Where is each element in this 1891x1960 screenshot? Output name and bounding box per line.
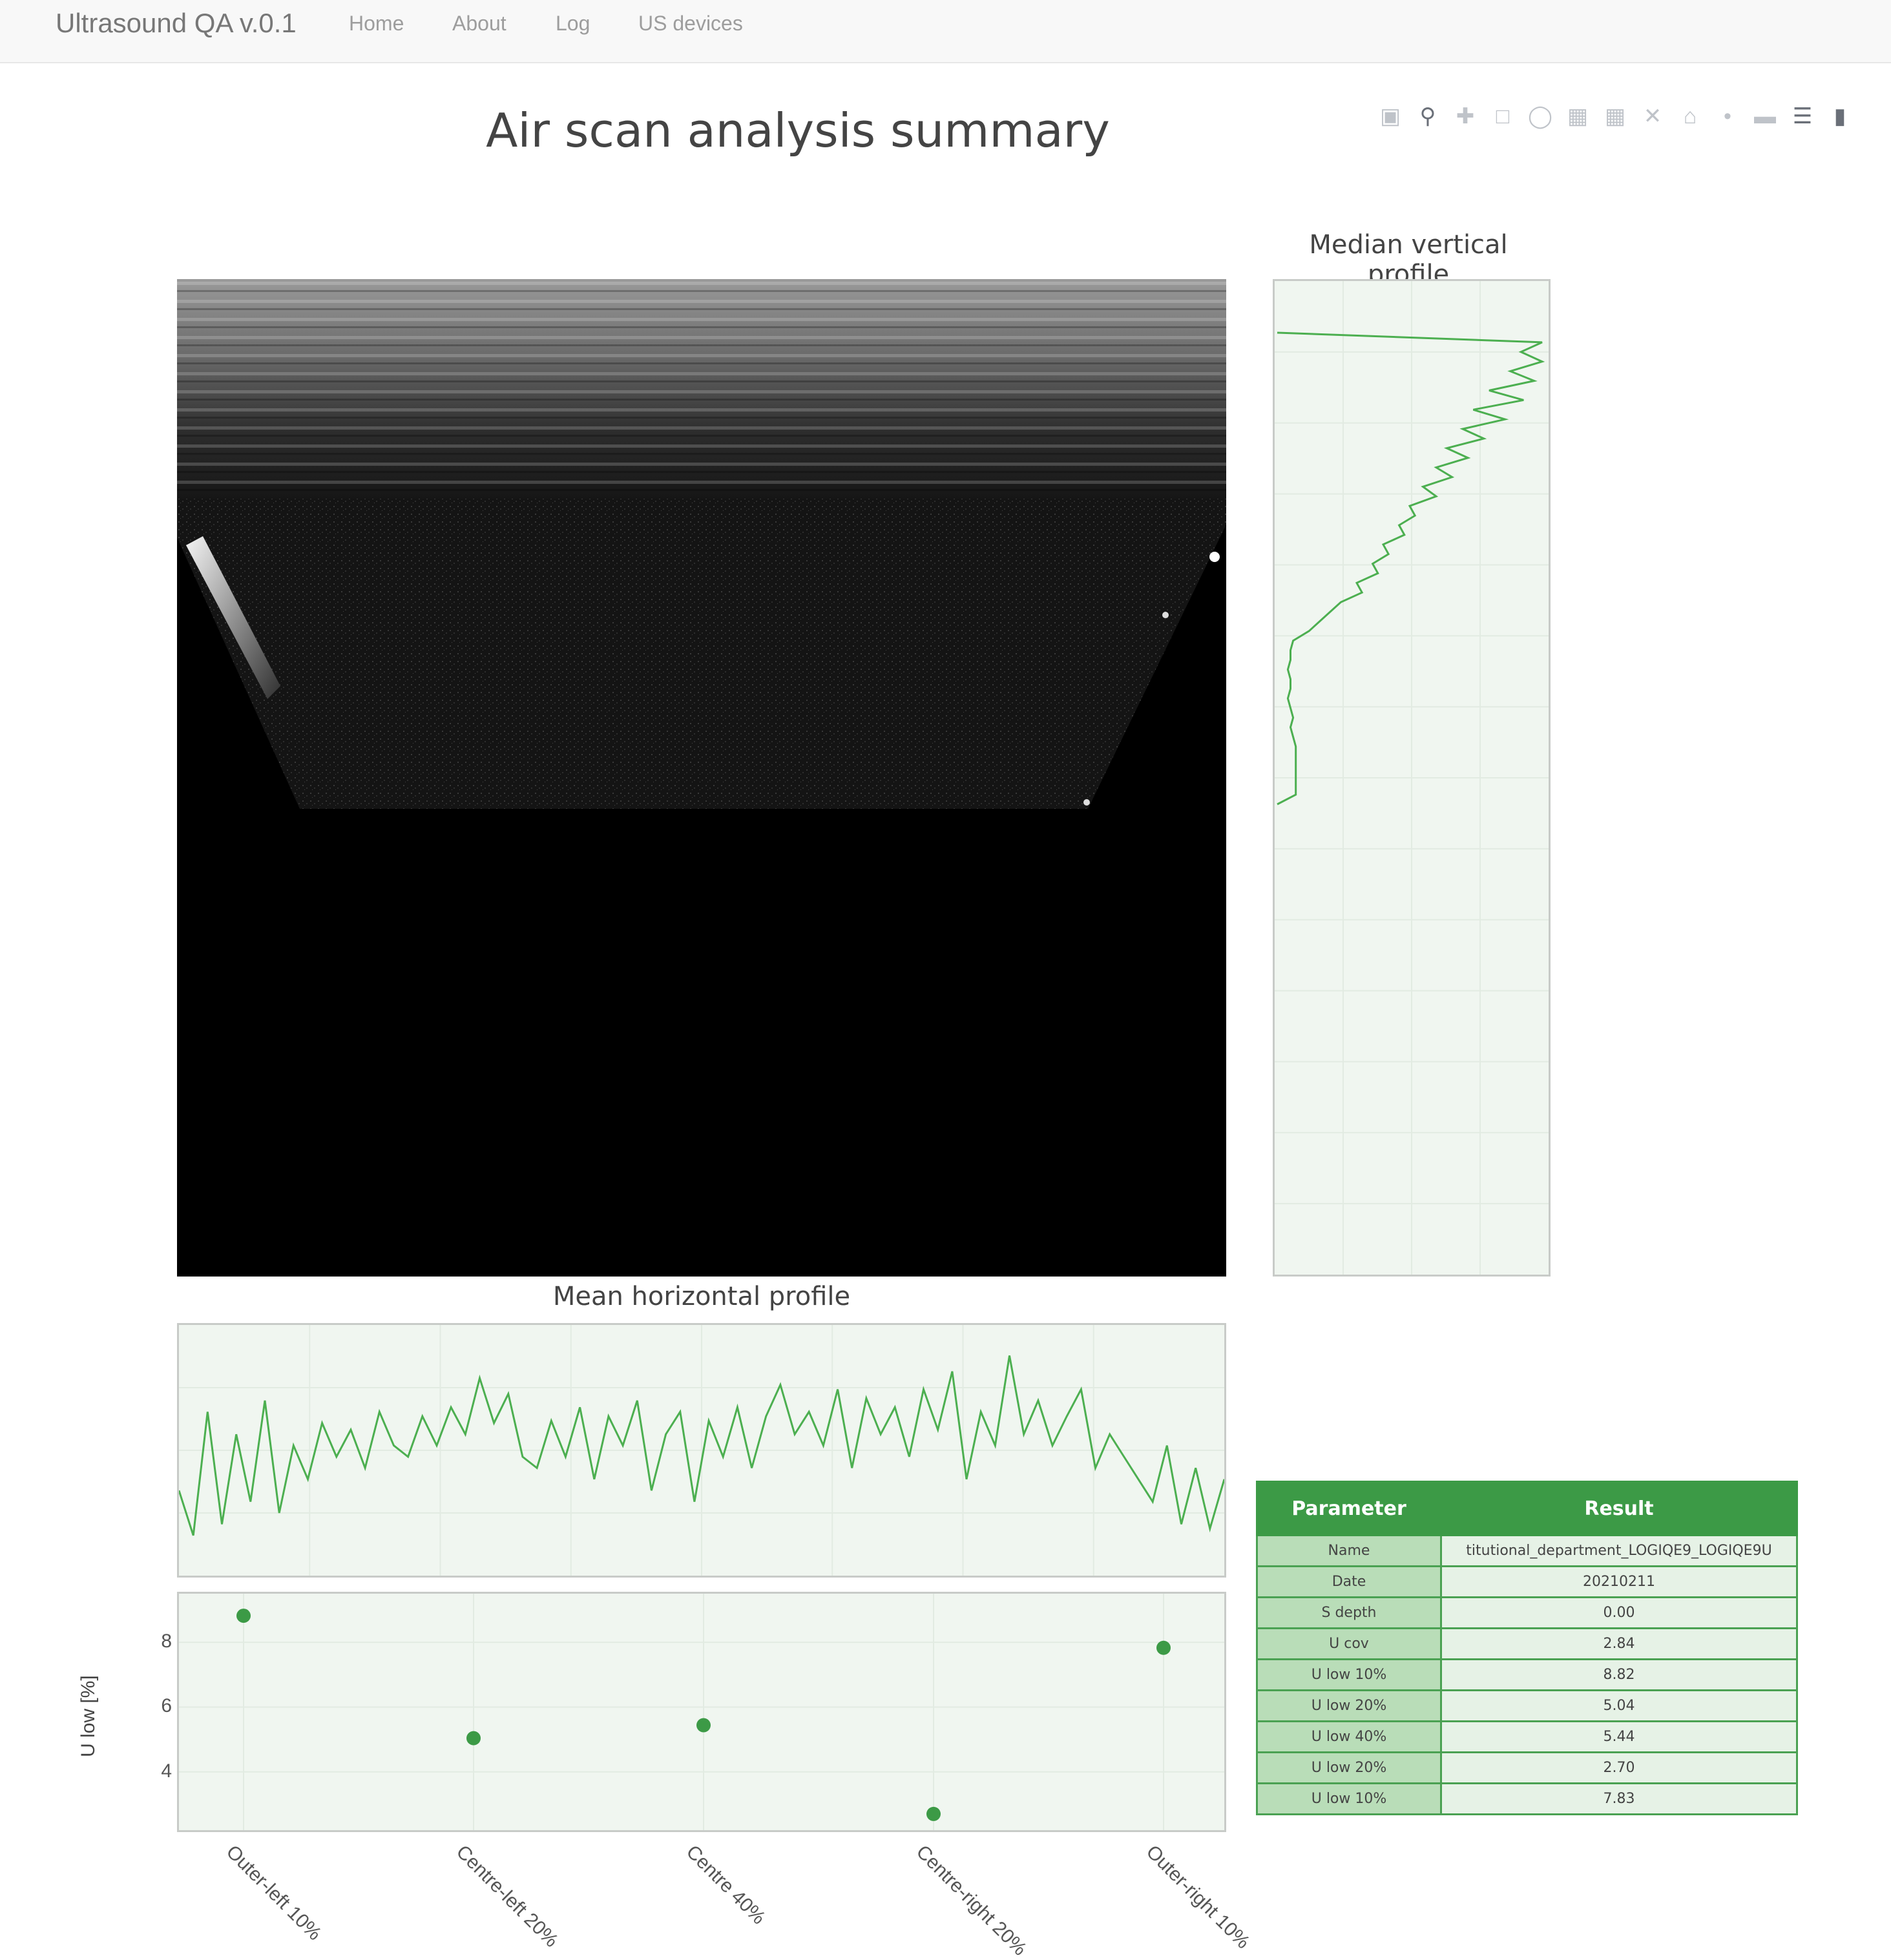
navbar: Ultrasound QA v.0.1 Home About Log US de… xyxy=(0,0,1891,63)
x-tick-label: Centre-left 20% xyxy=(452,1841,563,1952)
zoom-in-icon[interactable]: ▦ xyxy=(1563,102,1592,130)
table-row: Name titutional_department_LOGIQE9_LOGIQE… xyxy=(1256,1534,1798,1567)
parameter-cell: S depth xyxy=(1256,1596,1442,1629)
parameter-cell: Name xyxy=(1256,1534,1442,1567)
result-cell: 2.70 xyxy=(1440,1751,1798,1784)
horizontal-profile-plot[interactable] xyxy=(177,1323,1226,1578)
table-row: U low 20% 2.70 xyxy=(1256,1751,1798,1784)
ultrasound-image[interactable] xyxy=(177,279,1226,1277)
data-point xyxy=(1156,1640,1171,1655)
result-cell: 8.82 xyxy=(1440,1658,1798,1691)
result-cell: titutional_department_LOGIQE9_LOGIQE9U xyxy=(1440,1534,1798,1567)
y-axis-label: U low [%] xyxy=(78,1675,99,1757)
nav-us-devices-link[interactable]: US devices xyxy=(638,12,743,36)
pan-icon[interactable]: ✚ xyxy=(1451,102,1479,130)
y-tick-label: 8 xyxy=(161,1631,172,1652)
autoscale-icon[interactable]: ✕ xyxy=(1638,102,1667,130)
hover-compare-icon[interactable]: ☰ xyxy=(1788,102,1817,130)
vertical-profile-line xyxy=(1277,331,1545,806)
vertical-profile-plot[interactable] xyxy=(1273,279,1551,1277)
data-point xyxy=(466,1731,481,1746)
results-table: Parameter Result Name titutional_departme… xyxy=(1256,1481,1798,1815)
brand-title[interactable]: Ultrasound QA v.0.1 xyxy=(56,8,297,39)
x-tick-label: Centre 40% xyxy=(682,1841,770,1929)
parameter-cell: U cov xyxy=(1256,1627,1442,1660)
parameter-column-header[interactable]: Parameter xyxy=(1256,1481,1442,1536)
result-column-header[interactable]: Result xyxy=(1440,1481,1798,1536)
parameter-cell: U low 10% xyxy=(1256,1782,1442,1815)
vertical-profile-svg xyxy=(1275,281,1549,1275)
parameter-cell: U low 20% xyxy=(1256,1689,1442,1722)
data-point xyxy=(926,1806,941,1821)
reset-axes-icon[interactable]: ⌂ xyxy=(1676,102,1704,130)
data-point xyxy=(236,1609,251,1623)
table-row: Date 20210211 xyxy=(1256,1565,1798,1598)
x-tick-label: Outer-right 10% xyxy=(1142,1841,1254,1954)
parameter-cell: Date xyxy=(1256,1565,1442,1598)
spike-lines-icon[interactable]: • xyxy=(1713,102,1742,130)
x-tick-label: Centre-right 20% xyxy=(912,1841,1031,1960)
table-row: U cov 2.84 xyxy=(1256,1627,1798,1660)
result-cell: 7.83 xyxy=(1440,1782,1798,1815)
result-cell: 5.04 xyxy=(1440,1689,1798,1722)
camera-icon[interactable]: ▣ xyxy=(1376,102,1405,130)
y-tick-label: 4 xyxy=(161,1760,172,1782)
u-low-scatter-svg xyxy=(179,1594,1224,1830)
table-row: U low 10% 8.82 xyxy=(1256,1658,1798,1691)
result-cell: 5.44 xyxy=(1440,1720,1798,1753)
plot-modebar: ▣ ⚲ ✚ □ ◯ ▦ ▦ ✕ ⌂ • ▬ ☰ ▮ xyxy=(1376,97,1854,136)
hover-closest-icon[interactable]: ▬ xyxy=(1751,102,1779,130)
table-row: S depth 0.00 xyxy=(1256,1596,1798,1629)
result-cell: 2.84 xyxy=(1440,1627,1798,1660)
parameter-cell: U low 10% xyxy=(1256,1658,1442,1691)
nav-about-link[interactable]: About xyxy=(452,12,507,36)
horizontal-profile-svg xyxy=(178,1325,1226,1576)
zoom-out-icon[interactable]: ▦ xyxy=(1601,102,1629,130)
x-tick-label: Outer-left 10% xyxy=(222,1841,326,1945)
plotly-logo-icon[interactable]: ▮ xyxy=(1826,102,1854,130)
y-tick-label: 6 xyxy=(161,1695,172,1717)
lasso-select-icon[interactable]: ◯ xyxy=(1526,102,1554,130)
u-low-scatter-plot[interactable] xyxy=(177,1592,1226,1832)
data-point xyxy=(696,1718,711,1733)
result-cell: 20210211 xyxy=(1440,1565,1798,1598)
parameter-cell: U low 40% xyxy=(1256,1720,1442,1753)
nav-log-link[interactable]: Log xyxy=(556,12,590,36)
result-cell: 0.00 xyxy=(1440,1596,1798,1629)
horizontal-profile-title: Mean horizontal profile xyxy=(552,1282,851,1311)
table-row: U low 20% 5.04 xyxy=(1256,1689,1798,1722)
results-table-header: Parameter Result xyxy=(1256,1481,1798,1536)
table-row: U low 10% 7.83 xyxy=(1256,1782,1798,1815)
parameter-cell: U low 20% xyxy=(1256,1751,1442,1784)
box-select-icon[interactable]: □ xyxy=(1489,102,1517,130)
ultrasound-image-graphic xyxy=(177,279,1226,809)
page-title: Air scan analysis summary xyxy=(486,103,1110,158)
zoom-icon[interactable]: ⚲ xyxy=(1414,102,1442,130)
table-row: U low 40% 5.44 xyxy=(1256,1720,1798,1753)
nav-home-link[interactable]: Home xyxy=(349,12,404,36)
